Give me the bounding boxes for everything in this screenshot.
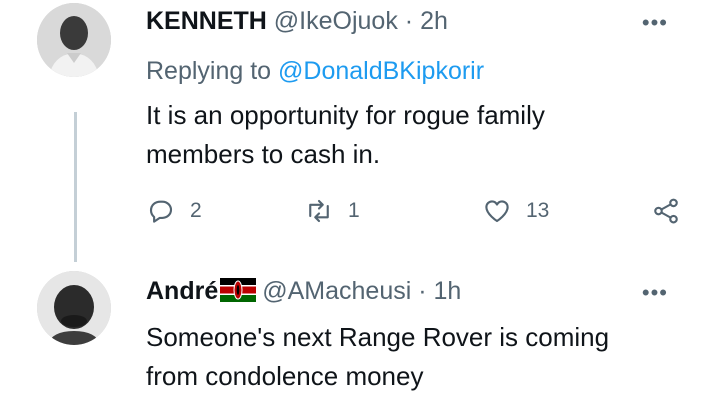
retweet-icon <box>309 199 329 223</box>
replying-to: Replying to @DonaldBKipkorir <box>146 56 484 86</box>
more-options-icon[interactable]: ••• <box>642 10 668 36</box>
share-icon <box>654 198 678 224</box>
like-button[interactable]: 13 <box>482 196 549 226</box>
share-button[interactable] <box>651 196 681 226</box>
timestamp[interactable]: 1h <box>434 277 462 305</box>
timestamp[interactable]: 2h <box>420 7 448 35</box>
tweet-text: Someone's next Range Rover is coming fro… <box>146 318 609 396</box>
reply-icon <box>149 200 173 223</box>
display-name[interactable]: André <box>146 277 218 305</box>
replying-prefix: Replying to <box>146 57 272 85</box>
retweet-button[interactable]: 1 <box>304 196 360 226</box>
like-count: 13 <box>526 199 550 222</box>
user-handle[interactable]: @AMacheusi <box>262 277 411 305</box>
tweet-text: It is an opportunity for rogue family me… <box>146 96 545 174</box>
tweet-header: KENNETH @IkeOjuok · 2h <box>146 6 448 36</box>
tweet-text-line: It is an opportunity for rogue family <box>146 100 545 130</box>
reply-button[interactable]: 2 <box>146 196 202 226</box>
more-options-icon[interactable]: ••• <box>642 280 668 306</box>
reply-count: 2 <box>190 199 202 222</box>
tweet-text-line: Someone's next Range Rover is coming <box>146 322 610 352</box>
tweet-header: André @AMacheusi · 1h <box>146 276 461 306</box>
tweet-text-line: members to cash in. <box>146 139 381 169</box>
mention-link[interactable]: @DonaldBKipkorir <box>278 57 484 85</box>
separator: · <box>418 277 427 305</box>
avatar[interactable] <box>37 3 111 77</box>
separator: · <box>404 7 414 35</box>
thread-line <box>74 112 77 262</box>
kenya-flag-icon <box>220 278 257 302</box>
display-name[interactable]: KENNETH <box>146 7 267 35</box>
tweet-text-line: from condolence money <box>146 361 424 391</box>
user-handle[interactable]: @IkeOjuok <box>274 7 398 35</box>
heart-icon <box>485 200 509 223</box>
avatar[interactable] <box>37 271 111 345</box>
retweet-count: 1 <box>348 199 360 222</box>
